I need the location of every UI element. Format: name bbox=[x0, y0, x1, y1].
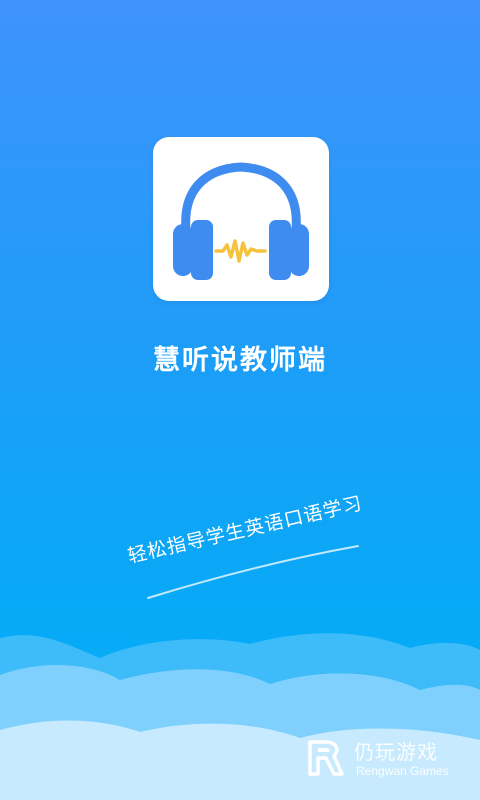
slogan-area: 轻松指导学生英语口语学习 bbox=[118, 492, 368, 602]
splash-screen: 慧听说教师端 轻松指导学生英语口语学习 仍玩游戏 Rengwan Games bbox=[0, 0, 480, 800]
watermark: 仍玩游戏 Rengwan Games bbox=[304, 734, 474, 784]
rengwan-logo-icon bbox=[308, 740, 344, 776]
app-icon-tile bbox=[153, 137, 329, 301]
watermark-en: Rengwan Games bbox=[356, 764, 449, 778]
headphones-icon bbox=[173, 162, 309, 280]
watermark-cn: 仍玩游戏 bbox=[354, 740, 438, 764]
app-title: 慧听说教师端 bbox=[153, 345, 327, 376]
